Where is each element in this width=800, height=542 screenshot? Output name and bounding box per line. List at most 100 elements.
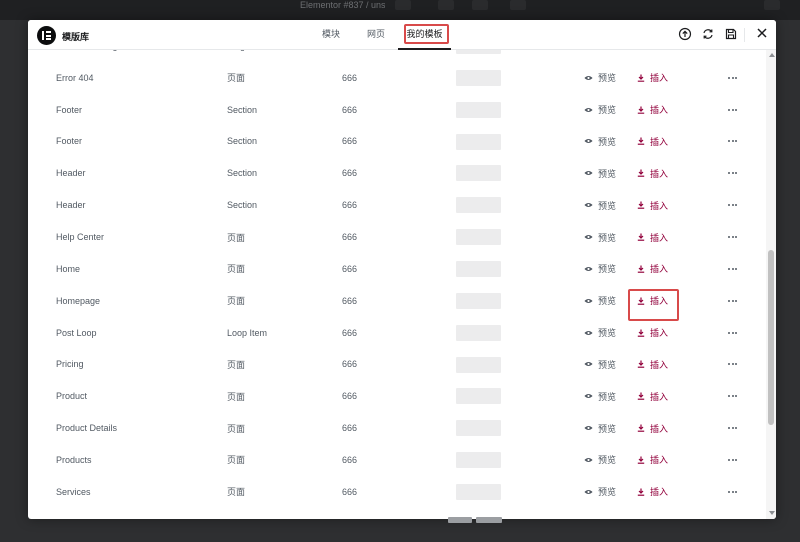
more-options-button[interactable]	[728, 189, 737, 221]
template-type: 页面	[227, 264, 246, 275]
preview-button[interactable]: 预览	[584, 253, 616, 285]
tab-my-templates[interactable]: 我的模板	[398, 20, 451, 50]
insert-button[interactable]: 插入	[637, 62, 668, 94]
insert-button[interactable]: 插入	[637, 94, 668, 126]
insert-label: 插入	[650, 73, 669, 84]
eye-icon	[584, 489, 593, 494]
eye-icon	[584, 394, 593, 399]
scroll-down-icon[interactable]	[769, 511, 775, 515]
download-icon	[637, 169, 645, 178]
template-name: Homepage	[56, 295, 101, 306]
preview-button[interactable]: 预览	[584, 444, 616, 476]
download-icon	[637, 456, 645, 464]
eye-icon	[584, 107, 593, 112]
insert-button[interactable]: 插入	[637, 126, 668, 158]
more-options-button[interactable]	[728, 476, 737, 508]
insert-button[interactable]: 插入	[637, 50, 668, 62]
insert-button[interactable]: 插入	[637, 476, 668, 508]
editor-bottom-handles	[448, 517, 502, 523]
template-date-blurred	[456, 292, 501, 309]
preview-button[interactable]: 预览	[584, 349, 616, 381]
template-name: Header	[56, 168, 86, 179]
more-icon	[728, 204, 737, 207]
tab-pages[interactable]: 网页	[363, 20, 389, 50]
table-row: Help Center 页面 666 预览 插入	[28, 221, 764, 253]
tab-blocks[interactable]: 模块	[318, 20, 344, 50]
save-icon[interactable]	[724, 27, 738, 41]
table-row: Error 404 页面 666 预览 插入	[28, 62, 764, 94]
more-options-button[interactable]	[728, 349, 737, 381]
more-options-button[interactable]	[728, 380, 737, 412]
table-row: Header Section 666 预览 插入	[28, 157, 764, 189]
preview-button[interactable]: 预览	[584, 62, 616, 94]
insert-button[interactable]: 插入	[637, 253, 668, 285]
insert-button[interactable]: 插入	[637, 412, 668, 444]
more-options-button[interactable]	[728, 253, 737, 285]
preview-label: 预览	[598, 391, 617, 402]
insert-button[interactable]: 插入	[637, 349, 668, 381]
more-options-button[interactable]	[728, 94, 737, 126]
sync-icon[interactable]	[701, 27, 715, 41]
template-type: Section	[227, 136, 258, 147]
download-icon	[637, 265, 645, 273]
more-options-button[interactable]	[728, 157, 737, 189]
download-icon	[637, 329, 645, 337]
import-icon[interactable]	[678, 27, 692, 41]
insert-button[interactable]: 插入	[637, 317, 668, 349]
insert-button[interactable]: 插入	[637, 221, 668, 253]
preview-label: 预览	[598, 105, 617, 116]
template-name: Post Loop	[56, 327, 97, 338]
template-type: 页面	[227, 296, 246, 307]
more-options-button[interactable]	[728, 444, 737, 476]
more-options-button[interactable]	[728, 285, 737, 317]
insert-button[interactable]: 插入	[637, 157, 668, 189]
eye-icon	[584, 426, 593, 431]
more-icon	[728, 172, 737, 175]
template-type: 页面	[227, 73, 246, 84]
more-icon	[728, 108, 737, 111]
more-icon	[728, 490, 737, 493]
preview-button[interactable]: 预览	[584, 157, 616, 189]
template-date-blurred	[456, 260, 501, 277]
preview-button[interactable]: 预览	[584, 317, 616, 349]
more-options-button[interactable]	[728, 126, 737, 158]
preview-label: 预览	[598, 200, 617, 211]
eye-icon	[584, 457, 593, 463]
eye-icon	[584, 75, 593, 80]
more-options-button[interactable]	[728, 412, 737, 444]
more-options-button[interactable]	[728, 62, 737, 94]
insert-button[interactable]: 插入	[637, 285, 668, 317]
template-type: 页面	[227, 455, 246, 466]
preview-label: 预览	[598, 232, 617, 243]
eye-icon	[584, 139, 593, 144]
preview-button[interactable]: 预览	[584, 94, 616, 126]
more-options-button[interactable]	[728, 221, 737, 253]
close-icon[interactable]	[755, 26, 769, 40]
template-type: Section	[227, 104, 258, 115]
preview-button[interactable]: 预览	[584, 126, 616, 158]
template-library-modal: 模版库 模块 网页 我的模板 Elementor Single Post #96…	[28, 20, 776, 519]
template-author: 666	[342, 104, 358, 115]
template-date-blurred	[456, 133, 501, 150]
scroll-up-icon[interactable]	[769, 53, 775, 57]
preview-button[interactable]: 预览	[584, 380, 616, 412]
template-name: Services	[56, 486, 91, 497]
more-options-button[interactable]	[728, 317, 737, 349]
preview-button[interactable]: 预览	[584, 50, 616, 62]
insert-button[interactable]: 插入	[637, 380, 668, 412]
bottom-handle	[476, 517, 502, 523]
insert-button[interactable]: 插入	[637, 444, 668, 476]
more-icon	[728, 331, 737, 334]
preview-button[interactable]: 预览	[584, 476, 616, 508]
scrollbar-thumb[interactable]	[768, 250, 774, 425]
preview-button[interactable]: 预览	[584, 285, 616, 317]
preview-button[interactable]: 预览	[584, 412, 616, 444]
table-row: Elementor Single Post #96 Single Post 66…	[28, 50, 764, 62]
more-options-button[interactable]	[728, 50, 737, 62]
insert-label: 插入	[650, 455, 669, 466]
preview-button[interactable]: 预览	[584, 189, 616, 221]
bottom-handle	[448, 517, 472, 523]
template-author: 666	[342, 50, 357, 62]
preview-button[interactable]: 预览	[584, 221, 616, 253]
insert-button[interactable]: 插入	[637, 189, 668, 221]
